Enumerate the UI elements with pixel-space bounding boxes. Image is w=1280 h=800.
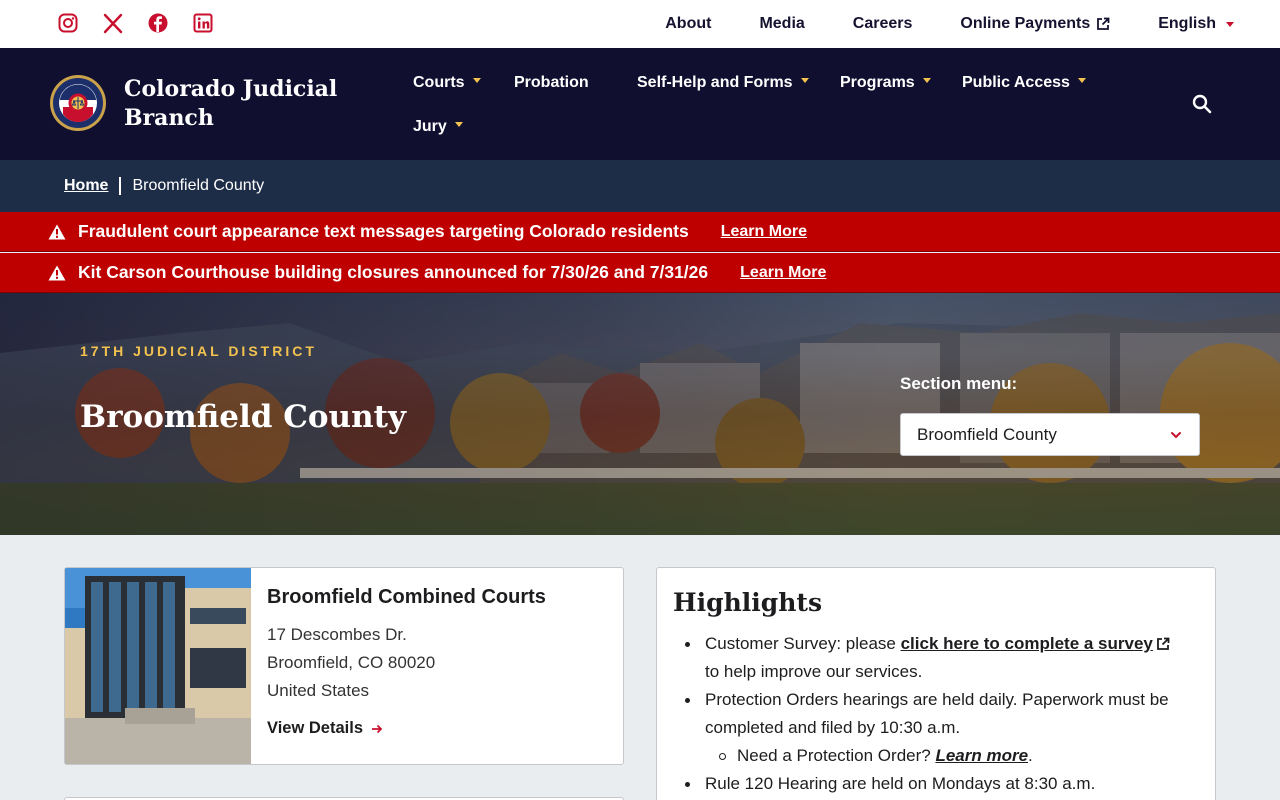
survey-link-label: click here to complete a survey: [900, 634, 1153, 653]
hero-banner: 17TH JUDICIAL DISTRICT Broomfield County…: [0, 293, 1280, 535]
linkedin-icon[interactable]: [193, 12, 213, 34]
page-title: Broomfield County: [80, 399, 406, 435]
utility-bar: About Media Careers Online Payments Engl…: [0, 0, 1280, 48]
alert-banner-closure: Kit Carson Courthouse building closures …: [0, 253, 1280, 293]
media-link[interactable]: Media: [759, 15, 804, 33]
search-icon[interactable]: [1192, 94, 1212, 114]
address-line-1: 17 Descombes Dr.: [267, 625, 407, 644]
survey-suffix: to help improve our services.: [705, 662, 923, 681]
breadcrumb-separator: [119, 177, 122, 195]
brand-line-1: Colorado Judicial: [124, 76, 338, 102]
section-menu-value: Broomfield County: [917, 424, 1057, 444]
chevron-down-icon: [1171, 432, 1181, 439]
period: .: [1028, 746, 1033, 765]
nav-public-access[interactable]: Public Access: [962, 74, 1086, 92]
view-details-label: View Details: [267, 719, 363, 737]
instagram-icon[interactable]: [58, 12, 78, 34]
court-name[interactable]: Broomfield Combined Courts: [267, 586, 546, 609]
need-protection-order-text: Need a Protection Order?: [737, 746, 936, 765]
learn-more-link[interactable]: Learn more: [935, 746, 1028, 765]
breadcrumb: Home Broomfield County: [0, 160, 1280, 212]
address-line-2: Broomfield, CO 80020: [267, 653, 436, 672]
chevron-down-icon: [922, 77, 931, 83]
careers-link[interactable]: Careers: [853, 15, 913, 33]
address-line-3: United States: [267, 681, 370, 700]
about-link[interactable]: About: [665, 15, 711, 33]
list-item: Customer Survey: please click here to co…: [673, 630, 1203, 686]
warning-icon: [48, 224, 66, 239]
view-details-link[interactable]: View Details: [267, 719, 546, 738]
chevron-down-icon: [1077, 77, 1086, 83]
sub-list-item: Need a Protection Order? Learn more.: [705, 742, 1203, 770]
alert-text: Fraudulent court appearance text message…: [78, 221, 689, 241]
list-item: Rule 120 Hearing are held on Mondays at …: [673, 770, 1203, 798]
protection-orders-text: Protection Orders hearings are held dail…: [705, 690, 1169, 737]
arrow-right-icon: [372, 724, 383, 733]
nav-jury-label: Jury: [413, 118, 447, 135]
nav-jury[interactable]: Jury: [413, 118, 463, 136]
alert-learn-more-link[interactable]: Learn More: [721, 223, 807, 241]
nav-probation[interactable]: Probation: [514, 74, 589, 92]
social-links: [58, 12, 213, 34]
facebook-icon[interactable]: [148, 12, 168, 34]
online-payments-label: Online Payments: [960, 15, 1091, 32]
brand-line-2: Branch: [124, 105, 214, 131]
courthouse-photo: [65, 568, 251, 764]
chevron-down-icon: [472, 77, 481, 83]
survey-link[interactable]: click here to complete a survey: [901, 634, 1170, 653]
nav-self-help[interactable]: Self-Help and Forms: [637, 74, 809, 92]
language-label: English: [1158, 15, 1216, 32]
chevron-down-icon: [1226, 21, 1234, 27]
chevron-down-icon: [800, 77, 809, 83]
colorado-judicial-seal-logo[interactable]: [49, 74, 107, 132]
brand-name[interactable]: Colorado Judicial Branch: [124, 75, 344, 133]
nav-probation-label: Probation: [514, 74, 589, 91]
survey-prefix: Customer Survey:: [705, 634, 842, 653]
survey-please: please: [841, 634, 901, 653]
nav-programs[interactable]: Programs: [840, 74, 931, 92]
online-payments-link[interactable]: Online Payments: [960, 15, 1110, 33]
list-item: Protection Orders hearings are held dail…: [673, 686, 1203, 770]
main-navigation: Colorado Judicial Branch Courts Probatio…: [0, 48, 1280, 160]
highlights-list: Customer Survey: please click here to co…: [673, 630, 1203, 798]
utility-links: About Media Careers Online Payments Engl…: [665, 0, 1234, 48]
nav-courts[interactable]: Courts: [413, 74, 481, 92]
external-link-icon: [1156, 637, 1170, 650]
court-card-body: Broomfield Combined Courts 17 Descombes …: [267, 586, 546, 738]
nav-self-help-label: Self-Help and Forms: [637, 74, 793, 91]
rule-120-text: Rule 120 Hearing are held on Mondays at …: [705, 774, 1096, 793]
nav-public-access-label: Public Access: [962, 74, 1070, 91]
chevron-down-icon: [454, 121, 463, 127]
section-menu-label: Section menu:: [900, 374, 1018, 393]
x-icon[interactable]: [103, 12, 123, 34]
nav-courts-label: Courts: [413, 74, 465, 91]
alert-learn-more-link[interactable]: Learn More: [740, 264, 826, 282]
district-eyebrow: 17TH JUDICIAL DISTRICT: [80, 343, 317, 359]
nav-programs-label: Programs: [840, 74, 915, 91]
section-menu-select[interactable]: Broomfield County: [900, 413, 1200, 456]
external-link-icon: [1097, 17, 1110, 30]
alert-text: Kit Carson Courthouse building closures …: [78, 262, 709, 282]
breadcrumb-current: Broomfield County: [132, 177, 265, 194]
highlights-panel: Highlights Customer Survey: please click…: [656, 567, 1216, 800]
court-location-card: Broomfield Combined Courts 17 Descombes …: [64, 567, 624, 765]
warning-icon: [48, 265, 66, 280]
highlights-title: Highlights: [673, 588, 823, 617]
language-selector[interactable]: English: [1158, 15, 1234, 33]
alert-banner-fraud: Fraudulent court appearance text message…: [0, 212, 1280, 252]
breadcrumb-home-link[interactable]: Home: [64, 177, 108, 195]
